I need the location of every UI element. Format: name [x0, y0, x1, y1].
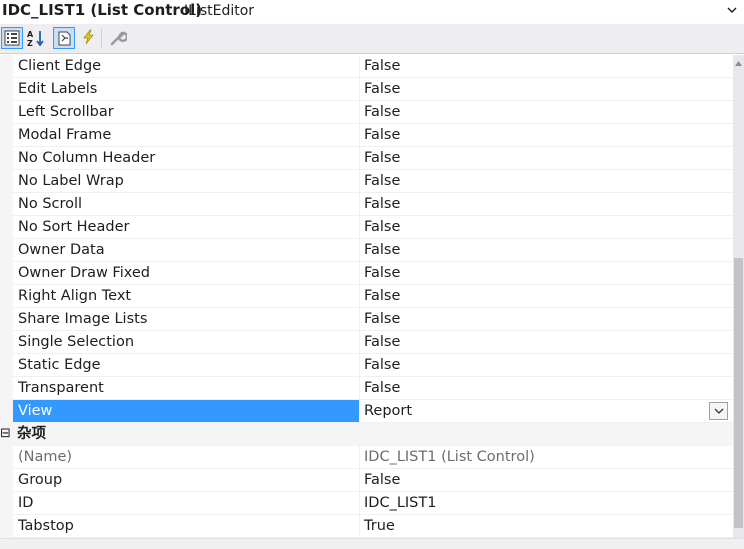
property-name: No Column Header	[18, 150, 156, 166]
property-name: Left Scrollbar	[18, 104, 114, 120]
property-name: (Name)	[18, 449, 73, 465]
property-value: False	[364, 357, 401, 373]
property-row[interactable]: Tabstop True	[0, 515, 733, 538]
properties-page-icon	[58, 31, 71, 46]
property-value: False	[364, 311, 401, 327]
scroll-up-arrow-icon[interactable]	[735, 61, 742, 66]
property-value: False	[364, 173, 401, 189]
property-row[interactable]: ID IDC_LIST1	[0, 492, 733, 515]
property-toolbar: A Z	[0, 24, 744, 54]
property-row[interactable]: Single Selection False	[0, 331, 733, 354]
property-row[interactable]: No Sort Header False	[0, 216, 733, 239]
property-row[interactable]: Owner Draw Fixed False	[0, 262, 733, 285]
property-name: No Scroll	[18, 196, 83, 212]
property-value: False	[364, 265, 401, 281]
chevron-down-icon[interactable]	[724, 2, 740, 18]
property-name: Group	[18, 472, 63, 488]
property-value: False	[364, 334, 401, 350]
wrench-icon	[110, 31, 127, 46]
property-name: Owner Draw Fixed	[18, 265, 151, 281]
property-name: Transparent	[18, 380, 104, 396]
property-row[interactable]: Client Edge False	[0, 55, 733, 78]
properties-button[interactable]	[53, 27, 75, 49]
property-row[interactable]: Share Image Lists False	[0, 308, 733, 331]
events-lightning-icon	[83, 29, 94, 45]
property-name: Single Selection	[18, 334, 135, 350]
property-name: Static Edge	[18, 357, 101, 373]
property-row[interactable]: Edit Labels False	[0, 78, 733, 101]
property-value: False	[364, 472, 401, 488]
property-row[interactable]: Transparent False	[0, 377, 733, 400]
svg-text:A: A	[27, 30, 34, 39]
property-row[interactable]: No Scroll False	[0, 193, 733, 216]
property-row[interactable]: Left Scrollbar False	[0, 101, 733, 124]
property-value: IDC_LIST1	[364, 495, 437, 511]
property-row[interactable]: (Name) IDC_LIST1 (List Control)	[0, 446, 733, 469]
property-name: No Label Wrap	[18, 173, 124, 189]
property-pages-button[interactable]	[107, 27, 129, 49]
vertical-scrollbar[interactable]	[733, 55, 744, 538]
property-value: False	[364, 58, 401, 74]
property-value: False	[364, 150, 401, 166]
property-value: IDC_LIST1 (List Control)	[364, 449, 535, 465]
property-value: False	[364, 380, 401, 396]
property-row[interactable]: Group False	[0, 469, 733, 492]
property-value: False	[364, 219, 401, 235]
category-misc[interactable]: ⊟ 杂项	[0, 423, 733, 446]
chevron-down-icon	[714, 408, 724, 414]
property-value: True	[364, 518, 395, 534]
scrollbar-thumb[interactable]	[734, 258, 743, 528]
property-name: Edit Labels	[18, 81, 98, 97]
property-row[interactable]: Modal Frame False	[0, 124, 733, 147]
categorized-button[interactable]	[1, 27, 23, 49]
property-value: Report	[364, 403, 413, 419]
category-label: 杂项	[17, 426, 46, 442]
property-value: False	[364, 242, 401, 258]
property-grid: Client Edge False Edit Labels False Left…	[0, 55, 733, 538]
property-value: False	[364, 127, 401, 143]
property-row-selected[interactable]: View Report	[0, 400, 733, 423]
property-row[interactable]: Right Align Text False	[0, 285, 733, 308]
property-value: False	[364, 104, 401, 120]
events-button[interactable]	[78, 27, 100, 49]
property-value: False	[364, 81, 401, 97]
property-name: Right Align Text	[18, 288, 132, 304]
property-value: False	[364, 288, 401, 304]
property-name: Owner Data	[18, 242, 105, 258]
svg-text:Z: Z	[27, 39, 33, 47]
collapse-toggle-icon[interactable]: ⊟	[0, 426, 11, 442]
property-name: Share Image Lists	[18, 311, 148, 327]
categorized-icon	[4, 30, 20, 46]
property-value: False	[364, 196, 401, 212]
property-name: Modal Frame	[18, 127, 112, 143]
property-name: Tabstop	[18, 518, 74, 534]
toolbar-separator	[101, 29, 102, 48]
description-panel-splitter[interactable]	[0, 538, 744, 549]
property-name: View	[18, 403, 53, 419]
value-dropdown-button[interactable]	[709, 402, 728, 420]
property-row[interactable]: Static Edge False	[0, 354, 733, 377]
property-row[interactable]: No Label Wrap False	[0, 170, 733, 193]
property-name: Client Edge	[18, 58, 102, 74]
property-row[interactable]: No Column Header False	[0, 147, 733, 170]
property-name: ID	[18, 495, 34, 511]
property-window-header[interactable]: IDC_LIST1 (List Control) IListEditor	[0, 0, 744, 24]
property-row[interactable]: Owner Data False	[0, 239, 733, 262]
alphabetical-button[interactable]: A Z	[25, 27, 47, 49]
object-type: IListEditor	[184, 3, 255, 19]
alphabetical-sort-icon: A Z	[27, 30, 44, 47]
object-name: IDC_LIST1 (List Control)	[2, 1, 203, 19]
property-name: No Sort Header	[18, 219, 130, 235]
